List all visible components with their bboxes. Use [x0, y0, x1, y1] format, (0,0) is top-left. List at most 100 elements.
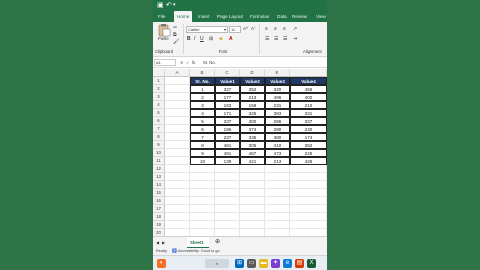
row-header[interactable]: 2 [153, 85, 165, 93]
row-header[interactable]: 4 [153, 101, 165, 109]
tab-insert[interactable]: Insert [198, 13, 210, 20]
grid-cell[interactable] [240, 213, 265, 221]
grid-cell[interactable] [165, 133, 190, 141]
column-header[interactable]: E [265, 69, 290, 77]
paste-button[interactable]: Paste [157, 24, 171, 42]
table-cell[interactable]: 158 [240, 101, 265, 109]
row-header[interactable]: 13 [153, 173, 165, 181]
table-cell[interactable]: 240 [290, 125, 327, 133]
tab-formulas[interactable]: Formulas [250, 13, 269, 20]
align-middle-icon[interactable]: ≡ [274, 26, 277, 32]
row-header[interactable]: 3 [153, 93, 165, 101]
grid-cell[interactable] [265, 181, 290, 189]
align-top-icon[interactable]: ≡ [265, 26, 268, 32]
grid-cell[interactable] [165, 213, 190, 221]
column-header-blank[interactable] [290, 69, 327, 77]
align-center-icon[interactable]: ☰ [274, 36, 278, 42]
table-cell[interactable]: 231 [265, 101, 290, 109]
grid-cell[interactable] [290, 205, 327, 213]
grid-cell[interactable] [165, 157, 190, 165]
grid-cell[interactable] [190, 213, 215, 221]
grid-cell[interactable] [165, 181, 190, 189]
table-cell[interactable]: 177 [215, 93, 240, 101]
grid-cell[interactable] [215, 213, 240, 221]
grid-cell[interactable] [290, 173, 327, 181]
grid-cell[interactable] [165, 221, 190, 229]
sheet-tab[interactable]: Sheet1 [187, 237, 209, 248]
row-header[interactable]: 16 [153, 197, 165, 205]
table-cell[interactable]: 2 [190, 93, 215, 101]
table-cell[interactable]: 305 [240, 141, 265, 149]
grid-cell[interactable] [190, 205, 215, 213]
table-cell[interactable]: 280 [265, 125, 290, 133]
grid-cell[interactable] [265, 173, 290, 181]
grid-cell[interactable] [165, 125, 190, 133]
grid-cell[interactable] [190, 221, 215, 229]
table-header-cell[interactable]: Value1 [215, 77, 240, 85]
table-cell[interactable]: 320 [265, 85, 290, 93]
table-cell[interactable]: 1 [190, 85, 215, 93]
undo-icon[interactable]: ↶ [166, 1, 172, 10]
grid-cell[interactable] [165, 77, 190, 85]
font-name-select[interactable]: Calibri ▾ [186, 26, 228, 33]
table-cell[interactable]: 331 [290, 109, 327, 117]
fx-icon[interactable]: fx [192, 60, 195, 65]
grid-cell[interactable] [240, 221, 265, 229]
dropdown-icon[interactable]: ▾ [173, 1, 176, 10]
tab-home[interactable]: Home [174, 11, 193, 22]
table-cell[interactable]: 10 [190, 157, 215, 165]
grid-cell[interactable] [240, 205, 265, 213]
cancel-icon[interactable]: ✕ [180, 60, 184, 65]
tab-view[interactable]: View [316, 13, 326, 20]
table-cell[interactable]: 210 [290, 101, 327, 109]
table-cell[interactable]: 383 [265, 109, 290, 117]
taskbar-search[interactable]: ⌕ [205, 259, 229, 268]
table-cell[interactable]: 337 [290, 117, 327, 125]
copilot-icon[interactable]: ✦ [271, 259, 280, 268]
table-cell[interactable]: 374 [240, 125, 265, 133]
select-all-corner[interactable] [153, 69, 165, 77]
table-cell[interactable]: 300 [240, 117, 265, 125]
grid-cell[interactable] [190, 181, 215, 189]
table-cell[interactable]: 213 [240, 93, 265, 101]
grid-cell[interactable] [215, 181, 240, 189]
table-header-cell[interactable]: Value4 [290, 77, 327, 85]
grid-cell[interactable] [215, 221, 240, 229]
increase-font-icon[interactable]: A^ [243, 26, 248, 32]
table-cell[interactable]: 6 [190, 125, 215, 133]
grid-cell[interactable] [290, 165, 327, 173]
table-cell[interactable]: 473 [265, 149, 290, 157]
row-header[interactable]: 18 [153, 213, 165, 221]
table-cell[interactable]: 352 [240, 85, 265, 93]
row-header[interactable]: 8 [153, 133, 165, 141]
fill-color-icon[interactable]: ◈ [219, 36, 223, 42]
table-cell[interactable]: 335 [240, 133, 265, 141]
status-accessibility[interactable]: Accessibility: Good to go [178, 248, 220, 255]
table-cell[interactable]: 380 [265, 133, 290, 141]
row-header[interactable]: 7 [153, 125, 165, 133]
table-cell[interactable]: 426 [290, 157, 327, 165]
table-cell[interactable]: 174 [290, 133, 327, 141]
table-cell[interactable]: 139 [215, 157, 240, 165]
grid-cell[interactable] [265, 205, 290, 213]
grid-cell[interactable] [165, 109, 190, 117]
grid-cell[interactable] [165, 189, 190, 197]
table-cell[interactable]: 421 [240, 157, 265, 165]
tab-data[interactable]: Data [277, 13, 287, 20]
tab-page-layout[interactable]: Page Layout [217, 13, 243, 20]
underline-button[interactable]: U [200, 36, 204, 42]
table-cell[interactable]: 9 [190, 149, 215, 157]
table-cell[interactable]: 163 [215, 101, 240, 109]
store-icon[interactable]: ▤ [295, 259, 304, 268]
table-cell[interactable]: 491 [215, 149, 240, 157]
grid-cell[interactable] [165, 173, 190, 181]
table-cell[interactable]: 487 [240, 149, 265, 157]
table-cell[interactable]: 410 [265, 141, 290, 149]
widgets-icon[interactable]: ◐ [157, 259, 166, 268]
column-header[interactable]: C [215, 69, 240, 77]
file-explorer-icon[interactable]: ▬ [259, 259, 268, 268]
format-painter-icon[interactable]: 🖌 [173, 39, 179, 45]
table-header-cell[interactable]: Sr. No. [190, 77, 215, 85]
formula-input[interactable]: Sr. No. [203, 60, 216, 65]
grid-cell[interactable] [290, 213, 327, 221]
